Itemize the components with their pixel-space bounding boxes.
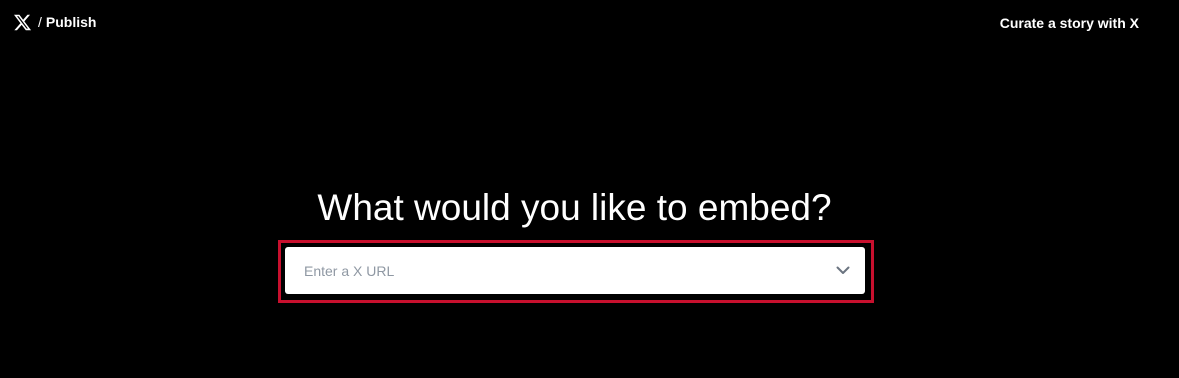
page-title: What would you like to embed? (317, 187, 832, 228)
publish-page: / Publish Curate a story with X What wou… (0, 0, 1179, 378)
top-bar: / Publish Curate a story with X (0, 0, 1179, 46)
url-input[interactable] (285, 247, 821, 294)
publish-home-link[interactable]: / Publish (13, 13, 96, 32)
publish-label: Publish (45, 14, 97, 30)
chevron-down-icon (836, 266, 850, 275)
x-logo-icon (13, 13, 32, 32)
url-dropdown-toggle[interactable] (821, 247, 865, 294)
url-input-container (285, 247, 865, 294)
curate-story-link[interactable]: Curate a story with X (1000, 14, 1139, 32)
brand-separator: / (38, 14, 42, 30)
